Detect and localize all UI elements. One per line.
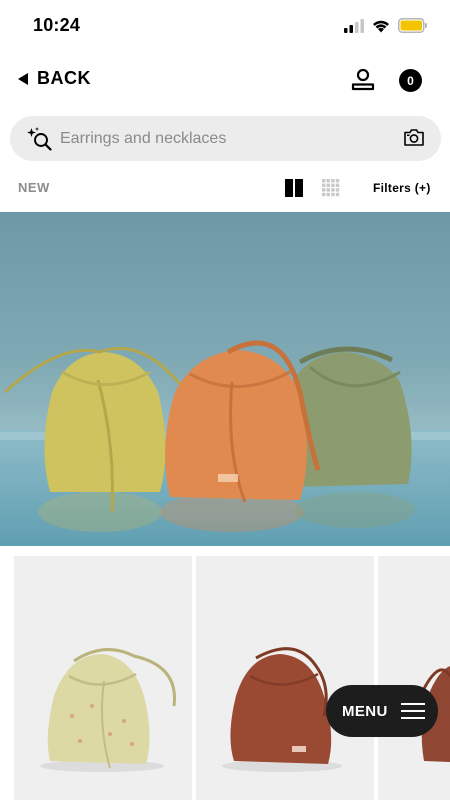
product-card[interactable]	[196, 556, 374, 800]
back-button[interactable]: BACK	[18, 68, 91, 89]
filters-button[interactable]: Filters (+)	[373, 181, 431, 195]
menu-label: MENU	[342, 702, 388, 720]
grid-view-icon[interactable]	[322, 179, 340, 197]
battery-icon	[398, 18, 427, 33]
product-image	[416, 666, 450, 762]
hero-bags-illustration	[0, 340, 450, 546]
product-image	[40, 648, 176, 772]
search-input[interactable]	[60, 116, 380, 161]
user-icon[interactable]	[350, 67, 376, 93]
menu-button[interactable]: MENU	[326, 685, 438, 737]
ai-search-icon[interactable]	[26, 127, 52, 151]
two-column-view-icon[interactable]	[285, 179, 303, 197]
listing-toolbar: NEW Filters (+)	[0, 176, 450, 200]
top-nav: BACK 0	[0, 60, 450, 102]
product-image	[222, 647, 342, 772]
back-arrow-icon	[18, 72, 28, 85]
product-card[interactable]	[14, 556, 192, 800]
product-card[interactable]	[378, 556, 450, 800]
hero-banner-image[interactable]	[0, 212, 450, 546]
signal-icon	[344, 18, 364, 33]
section-label: NEW	[18, 180, 50, 195]
status-time: 10:24	[33, 15, 81, 35]
cart-count-badge[interactable]: 0	[399, 69, 422, 92]
status-bar: 10:24	[0, 0, 450, 52]
status-icons	[344, 18, 428, 33]
back-label: BACK	[37, 68, 91, 88]
camera-icon[interactable]	[403, 128, 425, 147]
wifi-icon	[373, 20, 389, 32]
search-bar	[10, 116, 441, 161]
hamburger-icon	[400, 703, 425, 719]
